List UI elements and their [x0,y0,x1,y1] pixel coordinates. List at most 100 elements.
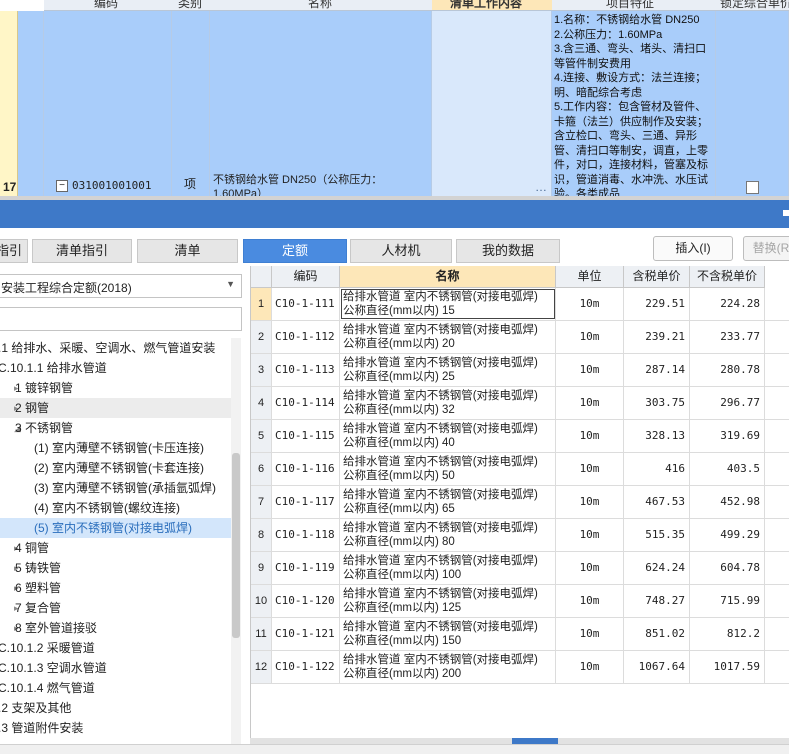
cell-code[interactable]: C10-1-120 [272,585,340,617]
cell-notax[interactable]: 1017.59 [690,651,765,683]
tree-scrollbar[interactable] [231,338,241,748]
cell-notax[interactable]: 499.29 [690,519,765,551]
cell-unit[interactable]: 10m [556,387,624,419]
cell-name[interactable]: 给排水管道 室内不锈钢管(对接电弧焊) 公称直径(mm以内) 80 [340,519,556,551]
cell-code[interactable]: C10-1-111 [272,288,340,320]
cell-tax[interactable]: 239.21 [624,321,690,353]
tree-node[interactable]: (5) 室内不锈钢管(对接电弧焊) [0,518,232,538]
tab-bill[interactable]: 清单 [137,239,238,263]
cell-tax[interactable]: 416 [624,453,690,485]
cell-unit[interactable]: 10m [556,420,624,452]
cell-n[interactable]: 10 [251,585,272,617]
tree-node[interactable]: ▸ 7 复合管 [0,598,232,618]
insert-button[interactable]: 插入(I) [653,236,733,261]
cell-name[interactable]: 给排水管道 室内不锈钢管(对接电弧焊) 公称直径(mm以内) 15 [340,288,556,320]
table-row[interactable]: 7 C10-1-117 给排水管道 室内不锈钢管(对接电弧焊) 公称直径(mm以内) … [251,486,789,519]
tab-bill-guide[interactable]: 清单指引 [32,239,132,263]
tree-node[interactable]: (4) 室内不锈钢管(螺纹连接) [0,498,232,518]
grid-header-notax-price[interactable]: 不含税单价 [690,266,765,288]
cell-n[interactable]: 6 [251,453,272,485]
cell-name[interactable]: 给排水管道 室内不锈钢管(对接电弧焊) 公称直径(mm以内) 200 [340,651,556,683]
table-row[interactable]: 8 C10-1-118 给排水管道 室内不锈钢管(对接电弧焊) 公称直径(mm以内) … [251,519,789,552]
cell-code[interactable]: C10-1-117 [272,486,340,518]
chevron-down-icon[interactable]: ▼ [226,279,235,289]
cell-n[interactable]: 4 [251,387,272,419]
replace-button[interactable]: 替换(R) [743,236,789,261]
cell-notax[interactable]: 812.2 [690,618,765,650]
cell-unit[interactable]: 10m [556,552,624,584]
table-row[interactable]: 5 C10-1-115 给排水管道 室内不锈钢管(对接电弧焊) 公称直径(mm以内) … [251,420,789,453]
tree-node[interactable]: C.10.1.4 燃气管道 [0,678,232,698]
grip-icon[interactable] [783,210,789,216]
cell-notax[interactable]: 296.77 [690,387,765,419]
lock-price-cell[interactable] [716,11,789,196]
cell-code[interactable]: C10-1-116 [272,453,340,485]
tree-node[interactable]: (2) 室内薄壁不锈钢管(卡套连接) [0,458,232,478]
tab-materials[interactable]: 人材机 [350,239,452,263]
tree-node[interactable]: ▸ 6 塑料管 [0,578,232,598]
header-type[interactable]: 类别 [172,0,210,11]
tree-node[interactable]: ▸ 1 镀锌钢管 [0,378,232,398]
more-icon[interactable]: … [535,180,547,194]
cell-n[interactable]: 1 [251,288,272,320]
lock-price-checkbox[interactable] [746,181,759,194]
cell-notax[interactable]: 715.99 [690,585,765,617]
row-number[interactable]: 17 [0,11,18,196]
cell-notax[interactable]: 233.77 [690,321,765,353]
cell-n[interactable]: 12 [251,651,272,683]
cell-tax[interactable]: 303.75 [624,387,690,419]
tab-quota[interactable]: 定额 [243,239,347,263]
cell-n[interactable]: 3 [251,354,272,386]
cell-notax[interactable]: 319.69 [690,420,765,452]
cell-tax[interactable]: 229.51 [624,288,690,320]
cell-unit[interactable]: 10m [556,354,624,386]
tab-guide[interactable]: 指引 [0,239,28,263]
tree-node[interactable]: C.10.1.1 给排水管道 [0,358,232,378]
cell-tax[interactable]: 287.14 [624,354,690,386]
cell-notax[interactable]: 280.78 [690,354,765,386]
tree-search-input[interactable] [0,307,242,331]
cell-tax[interactable]: 1067.64 [624,651,690,683]
cell-tax[interactable]: 328.13 [624,420,690,452]
cell-unit[interactable]: 10m [556,321,624,353]
cell-code[interactable]: C10-1-121 [272,618,340,650]
tree-node[interactable]: (3) 室内薄壁不锈钢管(承插氩弧焊) [0,478,232,498]
cell-code[interactable]: C10-1-122 [272,651,340,683]
tree-node[interactable]: C.10.1.2 采暖管道 [0,638,232,658]
bill-code-cell[interactable]: − 031001001001 [44,11,172,196]
table-row[interactable]: 12 C10-1-122 给排水管道 室内不锈钢管(对接电弧焊) 公称直径(mm以内)… [251,651,789,684]
cell-name[interactable]: 给排水管道 室内不锈钢管(对接电弧焊) 公称直径(mm以内) 20 [340,321,556,353]
cell-unit[interactable]: 10m [556,651,624,683]
cell-tax[interactable]: 748.27 [624,585,690,617]
cell-code[interactable]: C10-1-119 [272,552,340,584]
cell-notax[interactable]: 403.5 [690,453,765,485]
table-row[interactable]: 11 C10-1-121 给排水管道 室内不锈钢管(对接电弧焊) 公称直径(mm以内)… [251,618,789,651]
quota-set-select[interactable]: 安装工程综合定额(2018) ▼ [0,274,242,298]
cell-name[interactable]: 给排水管道 室内不锈钢管(对接电弧焊) 公称直径(mm以内) 40 [340,420,556,452]
cell-unit[interactable]: 10m [556,453,624,485]
cell-notax[interactable]: 604.78 [690,552,765,584]
cell-n[interactable]: 2 [251,321,272,353]
cell-code[interactable]: C10-1-113 [272,354,340,386]
cell-n[interactable]: 8 [251,519,272,551]
tree-node[interactable]: ▸ 8 室外管道接驳 [0,618,232,638]
collapse-icon[interactable]: − [56,180,68,192]
table-row[interactable]: 3 C10-1-113 给排水管道 室内不锈钢管(对接电弧焊) 公称直径(mm以内) … [251,354,789,387]
table-row[interactable]: 10 C10-1-120 给排水管道 室内不锈钢管(对接电弧焊) 公称直径(mm以内)… [251,585,789,618]
cell-unit[interactable]: 10m [556,618,624,650]
cell-n[interactable]: 9 [251,552,272,584]
cell-code[interactable]: C10-1-118 [272,519,340,551]
tree-node[interactable]: ▸ 4 铜管 [0,538,232,558]
grid-header-code[interactable]: 编码 [272,266,340,288]
cell-unit[interactable]: 10m [556,288,624,320]
grid-header-tax-price[interactable]: 含税单价 [624,266,690,288]
cell-notax[interactable]: 452.98 [690,486,765,518]
grid-header-name[interactable]: 名称 [340,266,556,288]
header-name[interactable]: 名称 [210,0,432,11]
cell-unit[interactable]: 10m [556,519,624,551]
bill-name-cell[interactable]: 不锈钢给水管 DN250（公称压力：1.60MPa） [210,11,432,196]
work-content-cell[interactable]: … [432,11,552,196]
cell-tax[interactable]: 515.35 [624,519,690,551]
table-row[interactable]: 1 C10-1-111 给排水管道 室内不锈钢管(对接电弧焊) 公称直径(mm以内) … [251,288,789,321]
tree-node[interactable]: .2 支架及其他 [0,698,232,718]
